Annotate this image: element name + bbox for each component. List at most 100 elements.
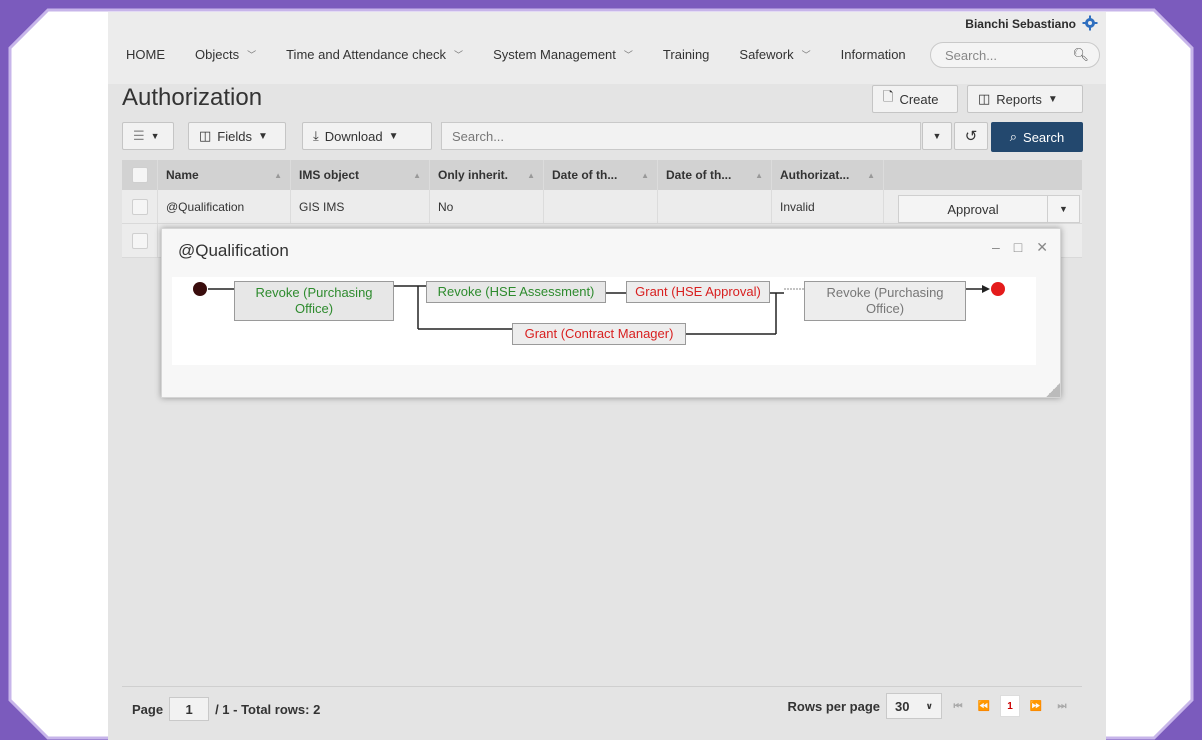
search-options-dropdown[interactable]: ▼ [922, 122, 952, 150]
cell-date-2 [658, 190, 772, 223]
cell-inherit: No [430, 190, 544, 223]
main-nav: HOME Objects ﹀ Time and Attendance check ﹀… [108, 40, 918, 68]
column-header-authorization[interactable]: Authorizat... ▲ [772, 160, 884, 190]
first-page-icon[interactable]: ⏮ [948, 695, 968, 717]
nav-label: Objects [195, 46, 240, 62]
sort-icon: ▲ [867, 170, 875, 180]
nav-home[interactable]: HOME [108, 47, 177, 62]
caret-down-icon: ▼ [1047, 93, 1058, 105]
workflow-diagram: Revoke (Purchasing Office) Revoke (HSE A… [172, 277, 1036, 365]
chevron-down-icon: ﹀ [801, 49, 811, 60]
row-checkbox[interactable] [132, 232, 148, 249]
node-revoke-purchasing-2[interactable]: Revoke (Purchasing Office) [804, 281, 966, 321]
search-placeholder: Search... [945, 48, 998, 63]
start-node-icon [193, 282, 207, 296]
cell-date-1 [544, 190, 658, 223]
reports-button[interactable]: ◫ Reports ▼ [967, 85, 1083, 113]
chevron-down-icon: ﹀ [454, 49, 464, 60]
caret-down-icon: ▼ [388, 130, 399, 142]
download-label: Download [324, 128, 383, 144]
column-label: Only inherit. [438, 168, 509, 182]
select-all-checkbox[interactable] [132, 167, 148, 183]
total-rows: / 1 - Total rows: 2 [215, 701, 321, 717]
row-select-cell [122, 224, 158, 257]
node-revoke-hse-assessment[interactable]: Revoke (HSE Assessment) [426, 281, 606, 303]
column-label: Date of th... [552, 168, 618, 182]
view-options-button[interactable]: ☰ ▼ [122, 122, 174, 150]
column-label: Date of th... [666, 168, 732, 182]
approval-label[interactable]: Approval [899, 202, 1047, 217]
create-label: Create [899, 91, 939, 107]
column-header-date-2[interactable]: Date of th... ▲ [658, 160, 772, 190]
maximize-icon[interactable]: □ [1014, 239, 1022, 256]
user-name[interactable]: Bianchi Sebastiano [965, 17, 1076, 31]
column-header-name[interactable]: Name ▲ [158, 160, 291, 190]
previous-page-icon[interactable]: ⏪ [974, 695, 994, 717]
reports-label: Reports [996, 91, 1042, 107]
column-header-date-1[interactable]: Date of th... ▲ [544, 160, 658, 190]
minimize-icon[interactable]: – [992, 239, 1000, 256]
caret-down-icon: ▼ [150, 131, 160, 141]
dialog-controls: – □ ✕ [992, 239, 1048, 256]
create-button[interactable]: 🗋 Create [872, 85, 958, 113]
last-page-icon[interactable]: ⏭ [1052, 695, 1072, 717]
nav-label: Safework [739, 46, 794, 62]
nav-system-management[interactable]: System Management ﹀ [475, 47, 645, 62]
global-search-input[interactable]: Search... 🔍︎ [930, 42, 1100, 68]
rows-per-page-value: 30 [895, 698, 910, 714]
fields-button[interactable]: ◫ Fields ▼ [188, 122, 286, 150]
search-button[interactable]: ⌕ Search [991, 122, 1083, 152]
column-header-actions [884, 160, 1082, 190]
download-icon: ⤓ [313, 128, 319, 143]
grid-search-input[interactable]: Search... [441, 122, 921, 150]
workflow-dialog: @Qualification – □ ✕ Revoke (Purchasing … [161, 228, 1061, 398]
page-input[interactable]: 1 [169, 697, 210, 721]
chevron-down-icon: ﹀ [247, 49, 257, 60]
nav-label: Information [840, 46, 906, 62]
columns-icon: ◫ [978, 91, 991, 106]
next-page-icon[interactable]: ⏩ [1026, 695, 1046, 717]
sort-icon: ▲ [527, 170, 535, 180]
sort-icon: ▲ [274, 170, 282, 180]
caret-down-icon: ▼ [257, 130, 268, 142]
node-grant-contract-manager[interactable]: Grant (Contract Manager) [512, 323, 686, 345]
nav-objects[interactable]: Objects ﹀ [177, 47, 268, 62]
chevron-down-icon: ﹀ [623, 49, 633, 60]
rows-per-page-select[interactable]: 30 ∨ [886, 693, 942, 719]
page-label: Page [132, 701, 164, 717]
pager-right: Rows per page 30 ∨ ⏮ ⏪ 1 ⏩ ⏭ [788, 693, 1072, 719]
cell-ims: GIS IMS [291, 190, 430, 223]
reset-button[interactable]: ↺ [954, 122, 988, 150]
search-placeholder: Search... [452, 129, 505, 144]
cell-name: @Qualification [158, 190, 291, 223]
download-button[interactable]: ⤓ Download ▼ [302, 122, 432, 150]
caret-down-icon[interactable]: ▼ [1047, 196, 1079, 222]
columns-icon: ◫ [199, 128, 212, 143]
undo-icon: ↺ [964, 128, 978, 145]
pager-left: Page 1 / 1 - Total rows: 2 [132, 697, 320, 721]
nav-time-attendance[interactable]: Time and Attendance check ﹀ [268, 47, 475, 62]
nav-label: HOME [126, 46, 165, 62]
node-revoke-purchasing-1[interactable]: Revoke (Purchasing Office) [234, 281, 394, 321]
close-icon[interactable]: ✕ [1036, 239, 1048, 256]
search-icon: ⌕ [1009, 129, 1018, 144]
column-header-inherit[interactable]: Only inherit. ▲ [430, 160, 544, 190]
sort-icon: ▲ [641, 170, 649, 180]
current-page[interactable]: 1 [1000, 695, 1020, 717]
node-grant-hse-approval[interactable]: Grant (HSE Approval) [626, 281, 770, 303]
nav-safework[interactable]: Safework ﹀ [721, 47, 822, 62]
column-label: Authorizat... [780, 168, 850, 182]
nav-information[interactable]: Information [823, 47, 918, 62]
column-header-ims[interactable]: IMS object ▲ [291, 160, 430, 190]
nav-label: System Management [493, 46, 616, 62]
search-icon[interactable]: 🔍︎ [1072, 47, 1089, 63]
resize-handle[interactable] [1046, 383, 1060, 397]
approval-split-button[interactable]: Approval ▼ [898, 195, 1080, 223]
gear-icon[interactable] [1082, 15, 1098, 31]
page-title: Authorization [122, 84, 263, 111]
nav-training[interactable]: Training [645, 47, 721, 62]
top-bar: Bianchi Sebastiano HOME Objects ﹀ Time an… [108, 12, 1106, 84]
column-label: IMS object [299, 168, 360, 182]
cell-authorization: Invalid [772, 190, 884, 223]
row-checkbox[interactable] [132, 198, 148, 215]
